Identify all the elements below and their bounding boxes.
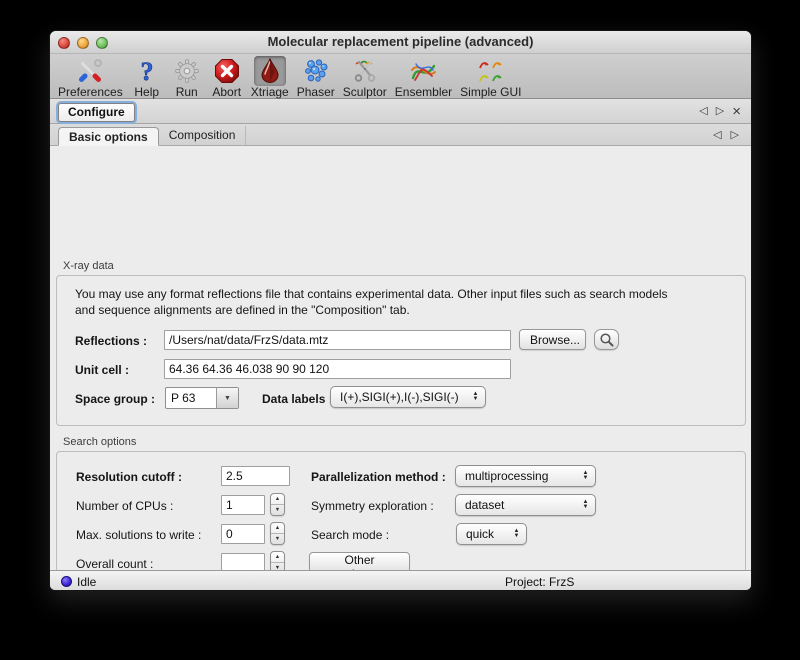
toolbar-button-abort[interactable]: Abort bbox=[211, 56, 243, 98]
data-labels-value: I(+),SIGI(+),I(-),SIGI(-) bbox=[331, 390, 469, 404]
tab-composition[interactable]: Composition bbox=[159, 126, 247, 145]
toolbar-label: Ensembler bbox=[395, 86, 452, 98]
tab-configure[interactable]: Configure bbox=[58, 103, 135, 122]
unit-cell-input[interactable] bbox=[164, 359, 511, 379]
simple-gui-arrows-icon bbox=[475, 56, 507, 86]
toolbar-label: Xtriage bbox=[251, 86, 289, 98]
tab-configure-label: Configure bbox=[68, 105, 125, 119]
space-group-value: P 63 bbox=[166, 388, 216, 408]
window-title: Molecular replacement pipeline (advanced… bbox=[50, 34, 751, 49]
titlebar[interactable]: Molecular replacement pipeline (advanced… bbox=[50, 31, 751, 54]
run-gear-icon bbox=[171, 56, 203, 86]
reflections-label: Reflections : bbox=[75, 334, 147, 348]
parallelization-method-popup[interactable]: multiprocessing ▲▼ bbox=[455, 465, 596, 487]
toolbar-button-xtriage[interactable]: Xtriage bbox=[251, 56, 289, 98]
svg-text:?: ? bbox=[140, 58, 153, 84]
stepper-down-icon[interactable]: ▼ bbox=[271, 505, 284, 515]
statusbar: Idle Project: FrzS bbox=[50, 570, 751, 591]
toolbar-label: Simple GUI bbox=[460, 86, 521, 98]
symmetry-exploration-value: dataset bbox=[456, 498, 579, 512]
parallelization-method-label: Parallelization method : bbox=[311, 470, 446, 484]
popup-updown-icon: ▲▼ bbox=[579, 500, 592, 510]
ensembler-ribbons-icon bbox=[407, 56, 439, 86]
close-tab-icon[interactable]: × bbox=[732, 104, 741, 119]
toolbar-button-ensembler[interactable]: Ensembler bbox=[395, 56, 452, 98]
symmetry-exploration-popup[interactable]: dataset ▲▼ bbox=[455, 494, 596, 516]
toolbar: Preferences ? Help bbox=[50, 54, 751, 99]
next-subtab-icon[interactable]: ▷ bbox=[731, 127, 739, 143]
number-of-cpus-label: Number of CPUs : bbox=[76, 499, 173, 513]
search-mode-label: Search mode : bbox=[311, 528, 389, 542]
toolbar-label: Preferences bbox=[58, 86, 123, 98]
preferences-tools-icon bbox=[74, 56, 106, 86]
phaser-molecules-icon bbox=[300, 56, 332, 86]
overall-count-label: Overall count : bbox=[76, 557, 153, 571]
stepper-up-icon[interactable]: ▲ bbox=[271, 523, 284, 534]
reflections-search-icon[interactable] bbox=[594, 329, 619, 350]
search-mode-value: quick bbox=[457, 527, 510, 541]
basic-options-panel: X-ray data You may use any format reflec… bbox=[50, 146, 751, 570]
toolbar-label: Run bbox=[176, 86, 198, 98]
xray-groupbox: You may use any format reflections file … bbox=[56, 275, 746, 426]
reflections-input[interactable] bbox=[164, 330, 511, 350]
sculptor-scissors-icon bbox=[349, 56, 381, 86]
space-group-dropdown-icon[interactable]: ▼ bbox=[216, 388, 238, 408]
screen-background: Molecular replacement pipeline (advanced… bbox=[0, 0, 800, 660]
reflections-browse-button[interactable]: Browse... bbox=[519, 329, 586, 350]
prev-subtab-icon[interactable]: ◁ bbox=[713, 127, 721, 143]
resolution-cutoff-input[interactable] bbox=[221, 466, 290, 486]
tab-basic-options-label: Basic options bbox=[69, 130, 148, 144]
toolbar-label: Sculptor bbox=[343, 86, 387, 98]
stepper-up-icon[interactable]: ▲ bbox=[271, 494, 284, 505]
search-mode-popup[interactable]: quick ▲▼ bbox=[456, 523, 527, 545]
data-labels-label: Data labels : bbox=[262, 392, 333, 406]
notebook-tab-bar: Configure ◁ ▷ × bbox=[50, 99, 751, 124]
search-section-title: Search options bbox=[63, 436, 136, 448]
status-indicator-icon bbox=[61, 576, 72, 587]
space-group-combo[interactable]: P 63 ▼ bbox=[165, 387, 239, 409]
next-tab-icon[interactable]: ▷ bbox=[716, 103, 724, 119]
toolbar-label: Phaser bbox=[297, 86, 335, 98]
max-solutions-input[interactable] bbox=[221, 524, 265, 544]
toolbar-button-sculptor[interactable]: Sculptor bbox=[343, 56, 387, 98]
xray-section-title: X-ray data bbox=[63, 260, 114, 272]
app-window: Molecular replacement pipeline (advanced… bbox=[49, 30, 752, 591]
help-question-icon: ? bbox=[131, 56, 163, 86]
status-text: Idle bbox=[77, 575, 96, 589]
popup-updown-icon: ▲▼ bbox=[469, 392, 482, 402]
parallelization-method-value: multiprocessing bbox=[456, 469, 579, 483]
toolbar-button-help[interactable]: ? Help bbox=[131, 56, 163, 98]
toolbar-label: Abort bbox=[212, 86, 241, 98]
number-of-cpus-stepper[interactable]: ▲ ▼ bbox=[270, 493, 285, 516]
data-labels-popup[interactable]: I(+),SIGI(+),I(-),SIGI(-) ▲▼ bbox=[330, 386, 486, 408]
max-solutions-label: Max. solutions to write : bbox=[76, 528, 201, 542]
space-group-label: Space group : bbox=[75, 392, 155, 406]
max-solutions-stepper[interactable]: ▲ ▼ bbox=[270, 522, 285, 545]
tab-composition-label: Composition bbox=[169, 128, 236, 142]
popup-updown-icon: ▲▼ bbox=[510, 529, 523, 539]
abort-stop-icon bbox=[211, 56, 243, 86]
toolbar-button-preferences[interactable]: Preferences bbox=[58, 56, 123, 98]
resolution-cutoff-label: Resolution cutoff : bbox=[76, 470, 182, 484]
subtab-bar: Basic options Composition ◁ ▷ bbox=[50, 124, 751, 146]
stepper-up-icon[interactable]: ▲ bbox=[271, 552, 284, 563]
tab-basic-options[interactable]: Basic options bbox=[58, 127, 159, 146]
toolbar-button-phaser[interactable]: Phaser bbox=[297, 56, 335, 98]
toolbar-label: Help bbox=[134, 86, 159, 98]
symmetry-exploration-label: Symmetry exploration : bbox=[311, 499, 434, 513]
xtriage-drop-icon bbox=[254, 56, 286, 86]
popup-updown-icon: ▲▼ bbox=[579, 471, 592, 481]
number-of-cpus-input[interactable] bbox=[221, 495, 265, 515]
toolbar-button-run[interactable]: Run bbox=[171, 56, 203, 98]
project-label: Project: FrzS bbox=[505, 575, 574, 589]
xray-intro-text: You may use any format reflections file … bbox=[75, 286, 687, 318]
toolbar-button-simple-gui[interactable]: Simple GUI bbox=[460, 56, 521, 98]
prev-tab-icon[interactable]: ◁ bbox=[699, 103, 707, 119]
stepper-down-icon[interactable]: ▼ bbox=[271, 534, 284, 544]
unit-cell-label: Unit cell : bbox=[75, 363, 129, 377]
